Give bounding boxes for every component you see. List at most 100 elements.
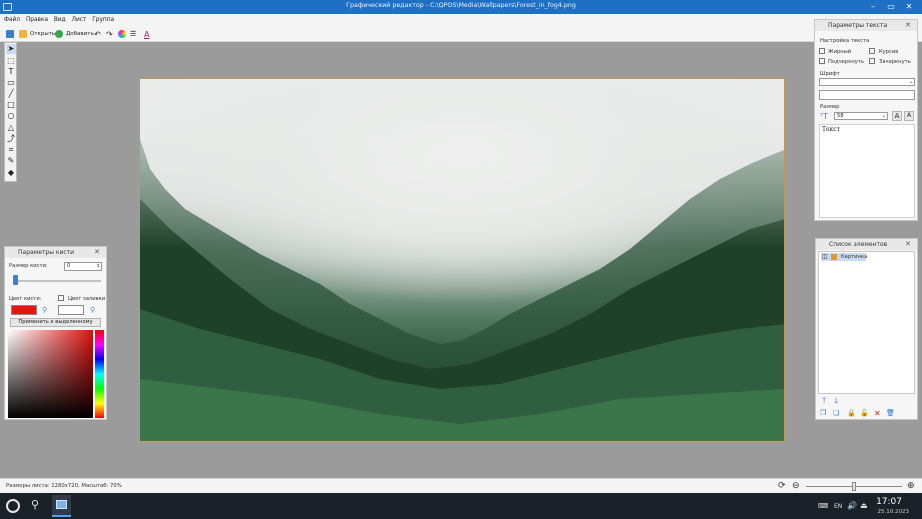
zoom-in-icon[interactable]: ⊕ — [907, 481, 915, 491]
move-up-icon[interactable]: 🡑 — [822, 395, 826, 409]
unlock-icon[interactable]: 🔓 — [860, 409, 869, 417]
fill-color-swatch[interactable] — [58, 305, 84, 315]
palette-icon[interactable] — [118, 30, 126, 38]
hue-slider[interactable] — [95, 330, 104, 418]
eyedropper-icon[interactable]: ⚲ — [42, 306, 47, 314]
close-icon[interactable]: ✕ — [905, 239, 911, 250]
close-icon[interactable]: ✕ — [905, 20, 911, 31]
list-icon[interactable]: ☰ — [130, 30, 136, 39]
list-item-label: Картинка — [841, 254, 868, 260]
italic-label: Курсив — [879, 49, 899, 55]
language-indicator[interactable]: EN — [834, 503, 842, 510]
crop-tool-icon[interactable]: ⌗ — [6, 145, 16, 155]
strike-checkbox[interactable] — [869, 58, 875, 64]
brush-size-slider[interactable] — [13, 280, 101, 282]
font-label: Шрифт — [820, 71, 840, 77]
window-titlebar: Графический редактор - C:\QPOS\Media\Wal… — [0, 0, 922, 14]
refresh-icon[interactable]: ⟳ — [778, 481, 786, 491]
text-input-area[interactable]: Текст — [819, 124, 915, 218]
open-button[interactable]: Открыть — [30, 30, 55, 39]
volume-icon[interactable]: 🔊 — [847, 501, 857, 510]
curve-tool-icon[interactable]: ⤴ — [6, 134, 16, 144]
apply-to-selection-button[interactable]: Применить к выделенному — [10, 318, 101, 327]
save-icon[interactable] — [6, 30, 14, 38]
text-panel-title: Параметры текста ✕ — [815, 20, 917, 31]
speech-bubble-icon[interactable]: ▭ — [6, 78, 16, 88]
italic-checkbox[interactable] — [869, 48, 875, 54]
size-select[interactable]: 58 ⌄ — [834, 112, 888, 120]
eraser-tool-icon[interactable]: ◆ — [6, 168, 16, 178]
list-item[interactable]: ◫ Картинка — [821, 253, 868, 261]
ellipse-tool-icon[interactable]: ○ — [6, 111, 16, 121]
start-icon[interactable] — [6, 499, 20, 513]
bold-label: Жирный — [828, 49, 852, 55]
bold-checkbox[interactable] — [819, 48, 825, 54]
lock-icon[interactable]: 🔒 — [847, 409, 856, 417]
canvas-image[interactable] — [139, 78, 785, 442]
clock-time: 17:07 — [876, 497, 902, 507]
delete-icon[interactable]: ✕ — [874, 409, 881, 418]
brush-color-label: Цвет кисти: — [9, 296, 42, 302]
decrease-size-button[interactable]: A — [904, 111, 914, 121]
text-color-icon[interactable]: A — [144, 30, 149, 39]
font-select[interactable]: ⌄ — [819, 78, 915, 86]
elements-panel: Список элементов ✕ ◫ Картинка 🡑 🡓 ❐ ❏ 🔒 … — [815, 238, 918, 420]
network-icon[interactable]: ⏏ — [860, 501, 868, 510]
text-size-icon: ᵀT — [820, 112, 828, 121]
undo-icon[interactable]: ↶ — [94, 30, 101, 39]
strike-label: Зачеркнуть — [879, 59, 911, 65]
increase-size-button[interactable]: A — [892, 111, 902, 121]
maximize-button[interactable]: ▭ — [884, 1, 898, 13]
zoom-out-icon[interactable]: ⊖ — [792, 481, 800, 491]
underline-checkbox[interactable] — [819, 58, 825, 64]
rect-select-icon[interactable]: ⬚ — [6, 56, 16, 66]
brush-color-swatch[interactable] — [11, 305, 37, 315]
close-icon[interactable]: ✕ — [94, 247, 100, 258]
chevron-down-icon: ⌄ — [908, 79, 913, 85]
eye-icon[interactable]: ◫ — [822, 253, 828, 260]
rectangle-tool-icon[interactable]: □ — [6, 100, 16, 110]
size-label: Размер — [820, 104, 840, 110]
menu-file[interactable]: Файл — [4, 14, 20, 27]
spin-arrows-icon[interactable]: ⇕ — [96, 263, 100, 270]
keyboard-icon[interactable]: ⌨ — [818, 502, 828, 510]
slider-handle[interactable] — [13, 275, 18, 285]
close-button[interactable]: ✕ — [902, 1, 916, 13]
clock-date: 25.10.2023 — [877, 509, 910, 515]
brush-panel-title: Параметры кисти ✕ — [5, 247, 106, 258]
eyedropper-icon[interactable]: ⚲ — [90, 306, 95, 314]
main-toolbar: Открыть Добавить ↶ ↷ ☰ A — [0, 27, 922, 42]
select-arrow-icon[interactable]: ➤ — [6, 44, 16, 54]
tool-palette: ➤ ⬚ T ▭ ╱ □ ○ △ ⤴ ⌗ ✎ ◆ — [4, 42, 17, 182]
folder-icon[interactable] — [19, 30, 27, 38]
chevron-down-icon: ⌄ — [881, 113, 886, 119]
move-down-icon[interactable]: 🡓 — [834, 395, 838, 409]
taskbar: ⚲ ⌨ EN 🔊 ⏏ 17:07 25.10.2023 — [0, 493, 922, 519]
add-icon[interactable] — [55, 30, 63, 38]
minimize-button[interactable]: – — [866, 1, 880, 13]
text-settings-label: Настройка текста — [820, 38, 870, 44]
redo-icon[interactable]: ↷ — [106, 30, 113, 39]
forest-fog-image — [140, 79, 784, 441]
brush-tool-icon[interactable]: ✎ — [6, 156, 16, 166]
zoom-slider-handle[interactable] — [852, 482, 856, 491]
menu-view[interactable]: Вид — [54, 14, 66, 27]
brush-size-label: Размер кисти: — [9, 263, 48, 269]
font-name-input[interactable] — [819, 90, 915, 100]
color-picker-field[interactable] — [8, 330, 93, 418]
copy-icon[interactable]: ❐ — [820, 409, 826, 417]
paste-icon[interactable]: ❏ — [833, 409, 839, 417]
fill-checkbox[interactable] — [58, 295, 64, 301]
text-params-panel: Параметры текста ✕ Настройка текста Жирн… — [814, 19, 918, 221]
brush-size-spinbox[interactable]: 0 ⇕ — [64, 262, 102, 271]
triangle-tool-icon[interactable]: △ — [6, 123, 16, 133]
add-button[interactable]: Добавить — [66, 30, 94, 39]
menu-edit[interactable]: Правка — [26, 14, 48, 27]
taskbar-app-editor[interactable] — [52, 495, 71, 517]
search-icon[interactable]: ⚲ — [31, 498, 39, 511]
line-tool-icon[interactable]: ╱ — [6, 89, 16, 99]
trash-icon[interactable]: 🗑 — [886, 409, 895, 417]
menu-sheet[interactable]: Лист — [72, 14, 87, 27]
text-tool-icon[interactable]: T — [6, 67, 16, 77]
menu-group[interactable]: Группа — [92, 14, 114, 27]
